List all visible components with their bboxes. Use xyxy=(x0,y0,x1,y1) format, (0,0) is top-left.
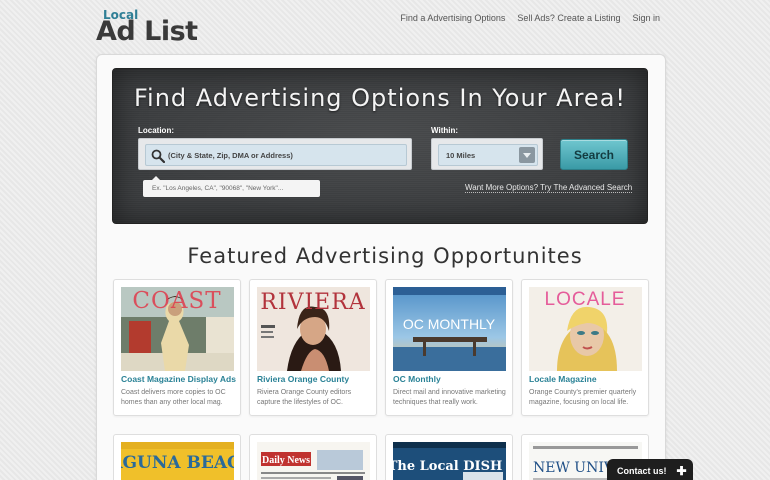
local-dish-cover-image[interactable]: The Local DISH xyxy=(393,442,506,480)
card-title[interactable]: OC Monthly xyxy=(393,374,441,384)
oc-monthly-cover-image[interactable]: OC MONTHLY xyxy=(393,287,506,371)
contact-us-label: Contact us! xyxy=(617,466,667,476)
card-description: Riviera Orange County editors capture th… xyxy=(257,389,352,406)
laguna-cover-text: LAGUNA BEACH xyxy=(121,453,234,473)
oc-monthly-cover-text: OC MONTHLY xyxy=(403,316,496,332)
top-nav: Find a Advertising Options Sell Ads? Cre… xyxy=(400,13,660,23)
riviera-cover-text: RIVIERA xyxy=(260,290,365,315)
laguna-beach-cover-image[interactable]: LAGUNA BEACH xyxy=(121,442,234,480)
card-title[interactable]: Locale Magazine xyxy=(529,374,597,384)
coast-cover-image[interactable]: COAST xyxy=(121,287,234,371)
nav-sign-in[interactable]: Sign in xyxy=(632,13,660,23)
location-label: Location: xyxy=(138,126,174,135)
daily-news-cover-text: Daily News xyxy=(262,455,310,466)
local-dish-cover-text: The Local DISH xyxy=(393,459,502,474)
locale-cover-text: LOCALE xyxy=(545,289,626,310)
card-description: Direct mail and innovative marketing tec… xyxy=(393,389,506,406)
within-value: 10 Miles xyxy=(446,150,476,160)
featured-title: Featured Advertising Opportunites xyxy=(187,244,583,268)
plus-icon: ✚ xyxy=(676,464,687,478)
location-hint: Ex. "Los Angeles, CA", "90068", "New Yor… xyxy=(143,176,320,197)
locale-cover-image[interactable]: LOCALE xyxy=(529,287,642,371)
within-select[interactable]: 10 Miles xyxy=(438,144,538,166)
card-title[interactable]: Riviera Orange County xyxy=(257,374,349,384)
riviera-cover-image[interactable]: RIVIERA xyxy=(257,287,370,371)
nav-find-advertising[interactable]: Find a Advertising Options xyxy=(400,13,505,23)
within-field-wrap: 10 Miles xyxy=(431,138,543,170)
featured-card-local-dish[interactable]: The Local DISH xyxy=(385,434,513,480)
featured-card-riviera[interactable]: RIVIERA Riviera Orange County Riviera Or… xyxy=(249,279,377,416)
location-placeholder: (City & State, Zip, DMA or Address) xyxy=(168,150,293,160)
card-description: Coast delivers more copies to OC homes t… xyxy=(121,389,226,406)
within-label: Within: xyxy=(431,126,459,135)
card-title[interactable]: Coast Magazine Display Ads xyxy=(121,374,236,384)
advanced-search-link[interactable]: Want More Options? Try The Advanced Sear… xyxy=(465,183,633,193)
hero-search-box: Find Advertising Options In Your Area! L… xyxy=(112,68,648,224)
hero-title: Find Advertising Options In Your Area! xyxy=(133,84,627,112)
site-logo[interactable]: Local Ad List xyxy=(96,8,206,46)
featured-card-oc-monthly[interactable]: OC MONTHLY OC Monthly Direct mail and in… xyxy=(385,279,513,416)
search-icon xyxy=(151,149,165,163)
featured-card-locale[interactable]: LOCALE Locale Magazine Orange County's p… xyxy=(521,279,649,416)
contact-us-button[interactable]: Contact us! ✚ xyxy=(607,459,693,480)
search-button[interactable]: Search xyxy=(560,139,628,170)
location-input[interactable]: (City & State, Zip, DMA or Address) xyxy=(145,144,407,166)
logo-big-text: Ad List xyxy=(96,16,198,47)
coast-cover-text: COAST xyxy=(132,288,221,314)
featured-card-laguna-beach[interactable]: LAGUNA BEACH xyxy=(113,434,241,480)
featured-card-daily-news[interactable]: Daily News xyxy=(249,434,377,480)
location-field-wrap: (City & State, Zip, DMA or Address) xyxy=(138,138,412,170)
featured-card-coast[interactable]: COAST Coast Magazine Display Ads Coast d… xyxy=(113,279,241,416)
chevron-down-icon[interactable] xyxy=(519,147,535,163)
daily-news-cover-image[interactable]: Daily News xyxy=(257,442,370,480)
card-description: Orange County's premier quarterly magazi… xyxy=(529,389,637,406)
nav-sell-ads[interactable]: Sell Ads? Create a Listing xyxy=(517,13,620,23)
